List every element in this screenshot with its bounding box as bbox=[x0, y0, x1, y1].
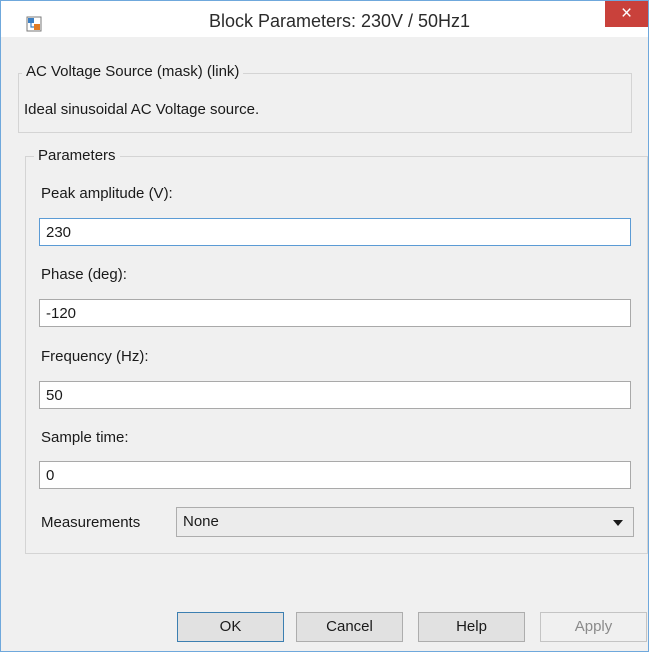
phase-input[interactable] bbox=[39, 299, 631, 327]
mask-description: Ideal sinusoidal AC Voltage source. bbox=[24, 101, 260, 118]
parameters-legend: Parameters bbox=[34, 147, 120, 164]
close-icon: × bbox=[620, 3, 633, 24]
measurements-selected-value: None bbox=[183, 513, 219, 530]
measurements-label: Measurements bbox=[41, 514, 141, 531]
sample-time-label: Sample time: bbox=[41, 429, 129, 446]
ok-button[interactable]: OK bbox=[177, 612, 284, 642]
mask-legend: AC Voltage Source (mask) (link) bbox=[22, 63, 244, 80]
phase-label: Phase (deg): bbox=[41, 266, 127, 283]
close-button[interactable]: × bbox=[605, 1, 648, 27]
help-button[interactable]: Help bbox=[418, 612, 525, 642]
title-bar[interactable]: Block Parameters: 230V / 50Hz1 × bbox=[1, 1, 648, 37]
frequency-label: Frequency (Hz): bbox=[41, 348, 149, 365]
peak-amplitude-label: Peak amplitude (V): bbox=[41, 185, 173, 202]
measurements-dropdown[interactable]: None bbox=[176, 507, 634, 537]
frequency-input[interactable] bbox=[39, 381, 631, 409]
dialog-window: Block Parameters: 230V / 50Hz1 × AC Volt… bbox=[0, 0, 649, 652]
apply-button[interactable]: Apply bbox=[540, 612, 647, 642]
peak-amplitude-input[interactable] bbox=[39, 218, 631, 246]
chevron-down-icon bbox=[613, 520, 623, 526]
window-title: Block Parameters: 230V / 50Hz1 bbox=[208, 11, 471, 31]
cancel-button[interactable]: Cancel bbox=[296, 612, 403, 642]
sample-time-input[interactable] bbox=[39, 461, 631, 489]
